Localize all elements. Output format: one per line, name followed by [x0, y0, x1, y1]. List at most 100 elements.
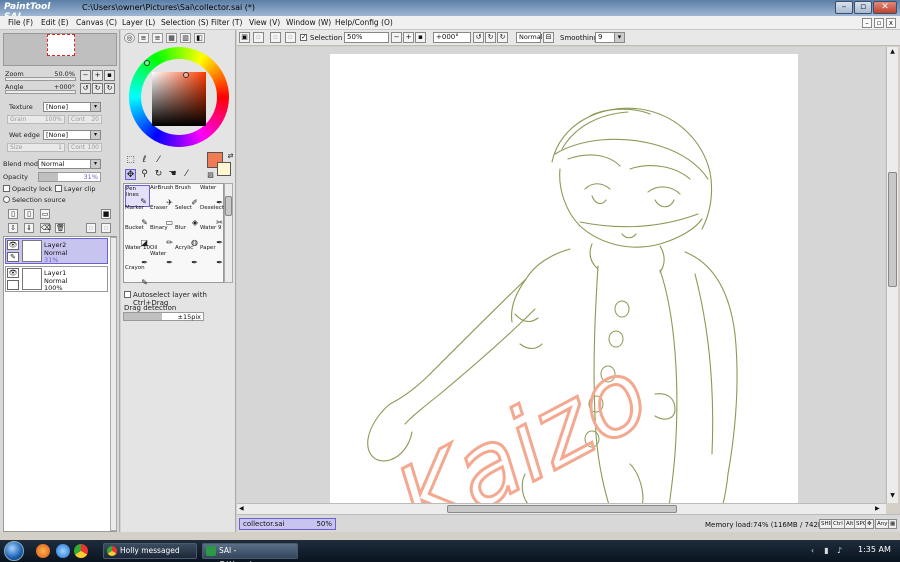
navigator-preview[interactable] — [3, 33, 117, 66]
scratchpad-tab[interactable]: ◧ — [194, 33, 205, 43]
menu-help-config[interactable]: Help/Config (O) — [335, 18, 393, 27]
visibility-eye-icon[interactable]: 👁 — [7, 240, 19, 250]
wet-edge-select[interactable]: [None] — [43, 130, 101, 140]
optbar-rotate-right-button[interactable]: ↻ — [485, 32, 496, 43]
menu-canvas[interactable]: Canvas (C) — [76, 18, 117, 27]
selection-checkbox[interactable]: ✓ — [300, 33, 307, 41]
sv-marker[interactable] — [183, 72, 189, 78]
menu-edit[interactable]: Edit (E) — [41, 18, 69, 27]
selection-source-radio[interactable] — [3, 196, 10, 203]
scroll-right-icon[interactable]: ▶ — [875, 505, 880, 512]
opacity-lock-checkbox[interactable] — [3, 185, 10, 192]
hsv-slider-tab[interactable]: ≡ — [152, 33, 163, 43]
transparent-color-icon[interactable]: ▨ — [205, 170, 216, 181]
hand-tool[interactable]: ☚ — [167, 169, 178, 180]
brush-airbrush[interactable]: AirBrush ✈ — [150, 185, 175, 207]
task-sai-window[interactable]: SAI - C:\Users\owne... — [202, 543, 298, 562]
angle-slider[interactable] — [5, 90, 76, 94]
clear-layer-button[interactable]: ⌫ — [40, 223, 51, 233]
brush-water[interactable]: Water ✒ — [200, 185, 225, 207]
zoom-reset-button[interactable]: ▪ — [104, 70, 115, 81]
layer-row-layer1[interactable]: 👁 Layer1 Normal 100% — [5, 266, 108, 292]
canvas-horizontal-scrollbar[interactable]: ◀ ▶ — [237, 503, 886, 514]
scroll-left-icon[interactable]: ◀ — [239, 505, 244, 512]
network-icon[interactable]: ▮ — [822, 546, 831, 555]
brush-grid-scroll-thumb[interactable] — [225, 196, 232, 216]
maximize-button[interactable]: ▫ — [854, 1, 872, 14]
brush-lock-icon[interactable]: ✎ — [7, 252, 19, 262]
swap-colors-icon[interactable]: ⇄ — [225, 151, 236, 162]
layer-list-scrollbar[interactable] — [110, 237, 117, 531]
volume-icon[interactable]: ♪ — [835, 546, 844, 555]
canvas-vscroll-thumb[interactable] — [888, 172, 897, 287]
menu-view[interactable]: View (V) — [249, 18, 280, 27]
scroll-up-icon[interactable]: ▲ — [888, 48, 897, 57]
mixer-tab[interactable]: ▥ — [180, 33, 191, 43]
drawing-canvas[interactable]: Kaizo — [330, 54, 798, 562]
brush-oil-water[interactable]: Oil Water ✒ — [150, 245, 175, 267]
rotate-reset-button[interactable]: ↻ — [104, 83, 115, 94]
chrome-icon[interactable] — [74, 544, 88, 558]
angle-field[interactable]: +000° — [433, 32, 471, 43]
rotate-right-button[interactable]: ↻ — [92, 83, 103, 94]
brush-water-10[interactable]: Water 10 ✒ — [125, 245, 150, 267]
saturation-value-square[interactable] — [152, 72, 206, 126]
merge-down-button[interactable]: ⇓ — [24, 223, 34, 233]
hue-marker[interactable] — [144, 60, 150, 66]
canvas-hscroll-thumb[interactable] — [447, 505, 677, 513]
delete-layer-button[interactable]: 🗑 — [55, 223, 65, 233]
transfer-down-button[interactable]: ⇩ — [8, 223, 18, 233]
autoselect-checkbox[interactable] — [124, 291, 131, 298]
rgb-slider-tab[interactable]: ≡ — [138, 33, 149, 43]
new-layer-button[interactable]: ▯ — [8, 209, 18, 219]
swatches-tab[interactable]: ▦ — [166, 33, 177, 43]
zoom-tool[interactable]: ⚲ — [139, 169, 150, 180]
brush-crayon[interactable]: Crayon ✎ — [125, 265, 150, 287]
optbar-zoom-reset-button[interactable]: ▪ — [415, 32, 426, 43]
optbar-zoom-in-button[interactable]: + — [403, 32, 414, 43]
document-tab[interactable]: collector.sai 50% — [239, 518, 336, 530]
color-wheel-tab[interactable]: ◎ — [124, 33, 135, 43]
brush-bucket[interactable]: Bucket ◪ — [125, 225, 150, 247]
close-button[interactable]: ✕ — [873, 1, 897, 14]
internet-explorer-icon[interactable] — [56, 544, 70, 558]
zoom-out-button[interactable]: − — [80, 70, 91, 81]
drag-detection-slider[interactable]: ±15pix — [123, 312, 204, 321]
view-mode-field[interactable]: Normal — [516, 32, 543, 43]
texture-select[interactable]: [None] — [43, 102, 101, 112]
menu-filter[interactable]: Filter (T) — [211, 18, 242, 27]
zoom-slider[interactable] — [5, 77, 76, 81]
layer-mask-button[interactable]: ■ — [101, 209, 111, 219]
menu-window[interactable]: Window (W) — [286, 18, 331, 27]
layer-row-layer2[interactable]: 👁 ✎ Layer2 Normal 31% — [5, 238, 108, 264]
brush-pen-lines[interactable]: Pen lines ✎ — [125, 185, 150, 207]
new-linework-layer-button[interactable]: ▯ — [24, 209, 34, 219]
brush-paper[interactable]: Paper ✒ — [200, 245, 225, 267]
start-button[interactable] — [4, 541, 24, 561]
task-chrome-window[interactable]: Holly messaged you... — [103, 543, 197, 562]
doc-close-button[interactable]: x — [886, 18, 896, 28]
brush-marker[interactable]: Marker ✎ — [125, 205, 150, 227]
brush-brush[interactable]: Brush ✐ — [175, 185, 200, 207]
rect-select-tool[interactable]: ⬚ — [125, 155, 136, 166]
firefox-icon[interactable] — [36, 544, 50, 558]
eyedropper-tool[interactable]: ⁄ — [181, 169, 192, 180]
brush-eraser[interactable]: Eraser ▭ — [150, 205, 175, 227]
doc-restore-button[interactable]: ▫ — [874, 18, 884, 28]
canvas-vertical-scrollbar[interactable]: ▲ ▼ — [886, 47, 898, 503]
menu-layer[interactable]: Layer (L) — [122, 18, 155, 27]
visibility-eye-icon[interactable]: 👁 — [7, 268, 19, 278]
background-color-swatch[interactable] — [217, 162, 231, 176]
layer-lock-box[interactable] — [7, 280, 19, 290]
select-all-button[interactable]: ▣ — [239, 32, 250, 43]
brush-select[interactable]: Select ◈ — [175, 205, 200, 227]
move-tool[interactable]: ✥ — [125, 169, 136, 180]
menu-file[interactable]: File (F) — [8, 18, 33, 27]
smoothing-dropdown-button[interactable]: ▾ — [614, 32, 625, 43]
brush-acrylic[interactable]: Acrylic ✒ — [175, 245, 200, 267]
brush-blur[interactable]: Blur ◍ — [175, 225, 200, 247]
tray-expand-icon[interactable]: ‹ — [808, 546, 817, 555]
scroll-down-icon[interactable]: ▼ — [888, 492, 897, 501]
menu-selection[interactable]: Selection (S) — [161, 18, 209, 27]
optbar-rotate-left-button[interactable]: ↺ — [473, 32, 484, 43]
